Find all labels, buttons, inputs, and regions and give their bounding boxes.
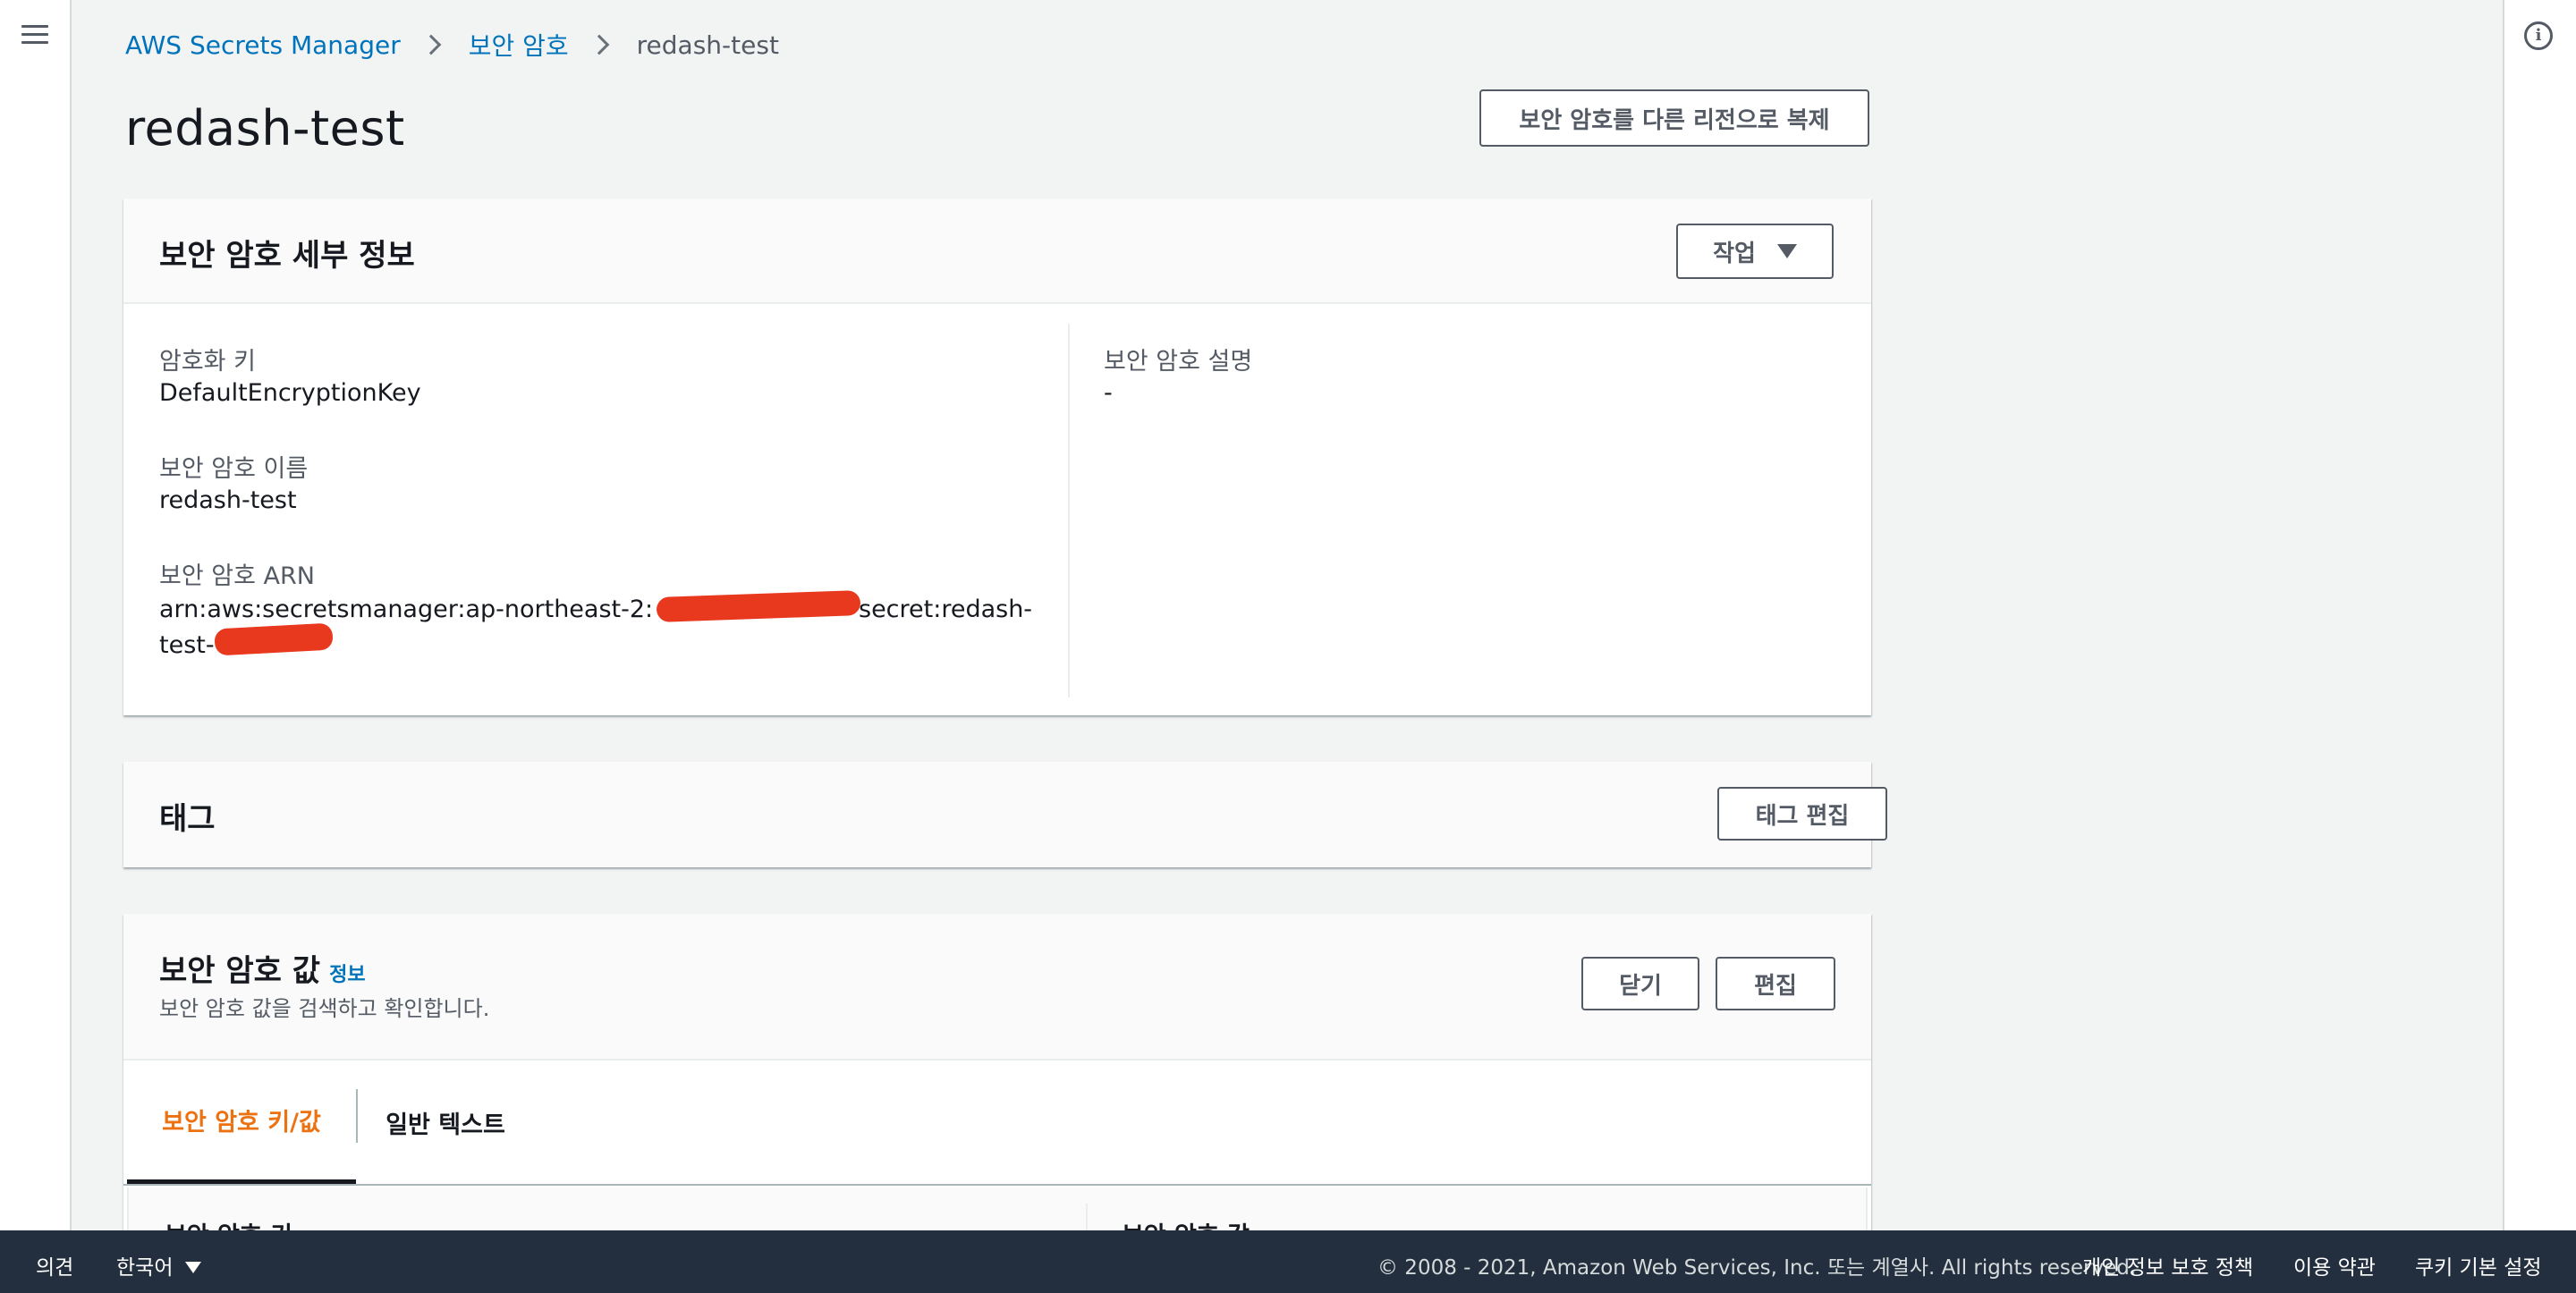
secret-details-panel: 보안 암호 세부 정보 작업 암호화 키 DefaultEncryptionKe… [123,199,1871,715]
feedback-link[interactable]: 의견 [36,1250,73,1280]
actions-label: 작업 [1713,240,1756,267]
footer: 의견 한국어 © 2008 - 2021, Amazon Web Service… [0,1230,2576,1293]
encryption-key-value: DefaultEncryptionKey [159,379,421,407]
panel-header: 보안 암호 세부 정보 작업 [123,199,1871,304]
secret-description-label: 보안 암호 설명 [1104,348,1253,376]
terms-link[interactable]: 이용 약관 [2293,1250,2376,1280]
tab-key-value[interactable]: 보안 암호 키/값 [127,1061,356,1184]
tab-plaintext[interactable]: 일반 텍스트 [358,1061,533,1184]
menu-bar [21,25,48,28]
close-button[interactable]: 닫기 [1581,957,1699,1010]
secret-name-value: redash-test [159,486,297,514]
panel-title: 보안 암호 값 정보 [159,946,366,990]
secret-description-value: - [1104,379,1113,407]
secret-arn-line1: arn:aws:secretsmanager:ap-northeast-2: [159,596,654,623]
breadcrumb: AWS Secrets Manager 보안 암호 redash-test [125,27,779,63]
column-divider [1086,1204,1088,1230]
menu-bar [21,33,48,36]
panel-title-text: 보안 암호 값 [159,953,321,989]
cookie-preferences-link[interactable]: 쿠키 기본 설정 [2415,1250,2542,1280]
panel-title: 보안 암호 세부 정보 [159,238,415,274]
caret-down-icon [1776,244,1797,258]
left-nav-strip [0,0,72,1230]
page-title: redash-test [125,100,405,156]
edit-button[interactable]: 편집 [1716,957,1835,1010]
breadcrumb-current: redash-test [636,30,779,60]
panel-description: 보안 암호 값을 검색하고 확인합니다. [159,996,490,1021]
info-icon[interactable]: i [2524,21,2553,50]
secret-value-panel: 보안 암호 값 정보 보안 암호 값을 검색하고 확인합니다. 닫기 편집 보안 … [123,914,1871,1230]
chevron-right-icon [420,34,442,55]
panel-header: 보안 암호 값 정보 보안 암호 값을 검색하고 확인합니다. 닫기 편집 [123,914,1871,1061]
hamburger-menu-icon[interactable] [21,23,48,46]
replicate-secret-button[interactable]: 보안 암호를 다른 리전으로 복제 [1479,89,1869,147]
privacy-policy-link[interactable]: 개인 정보 보호 정책 [2082,1250,2253,1280]
tab-bar: 보안 암호 키/값 일반 텍스트 [123,1061,1871,1186]
copyright-text: © 2008 - 2021, Amazon Web Services, Inc.… [1377,1256,2137,1280]
encryption-key-label: 암호화 키 [159,348,256,376]
redaction-mark [656,590,861,622]
breadcrumb-secrets-manager[interactable]: AWS Secrets Manager [125,30,401,60]
redaction-mark [214,622,334,656]
panel-title: 태그 [159,801,216,837]
secret-arn-line2: test- [159,631,215,659]
table-header: 보안 암호 키 보안 암호 값 [127,1187,1868,1230]
chevron-right-icon [589,34,609,55]
breadcrumb-secrets[interactable]: 보안 암호 [469,27,569,63]
menu-bar [21,41,48,44]
column-divider [1068,324,1070,697]
language-selector[interactable]: 한국어 [116,1250,202,1280]
edit-tags-button[interactable]: 태그 편집 [1717,787,1887,841]
secret-name-label: 보안 암호 이름 [159,455,309,483]
info-link[interactable]: 정보 [329,964,365,986]
column-header-value: 보안 암호 값 [1122,1216,1250,1230]
help-panel-strip: i [2503,0,2576,1230]
secret-arn-line1-suffix: secret:redash- [859,596,1033,623]
language-label: 한국어 [116,1256,174,1280]
actions-dropdown-button[interactable]: 작업 [1676,224,1834,279]
column-header-key: 보안 암호 키 [165,1216,292,1230]
secret-arn-label: 보안 암호 ARN [159,562,315,590]
tags-panel: 태그 태그 편집 [123,762,1887,867]
caret-down-icon [185,1262,202,1273]
panel-header: 태그 태그 편집 [123,762,1887,867]
main-content: AWS Secrets Manager 보안 암호 redash-test re… [72,0,2501,1230]
